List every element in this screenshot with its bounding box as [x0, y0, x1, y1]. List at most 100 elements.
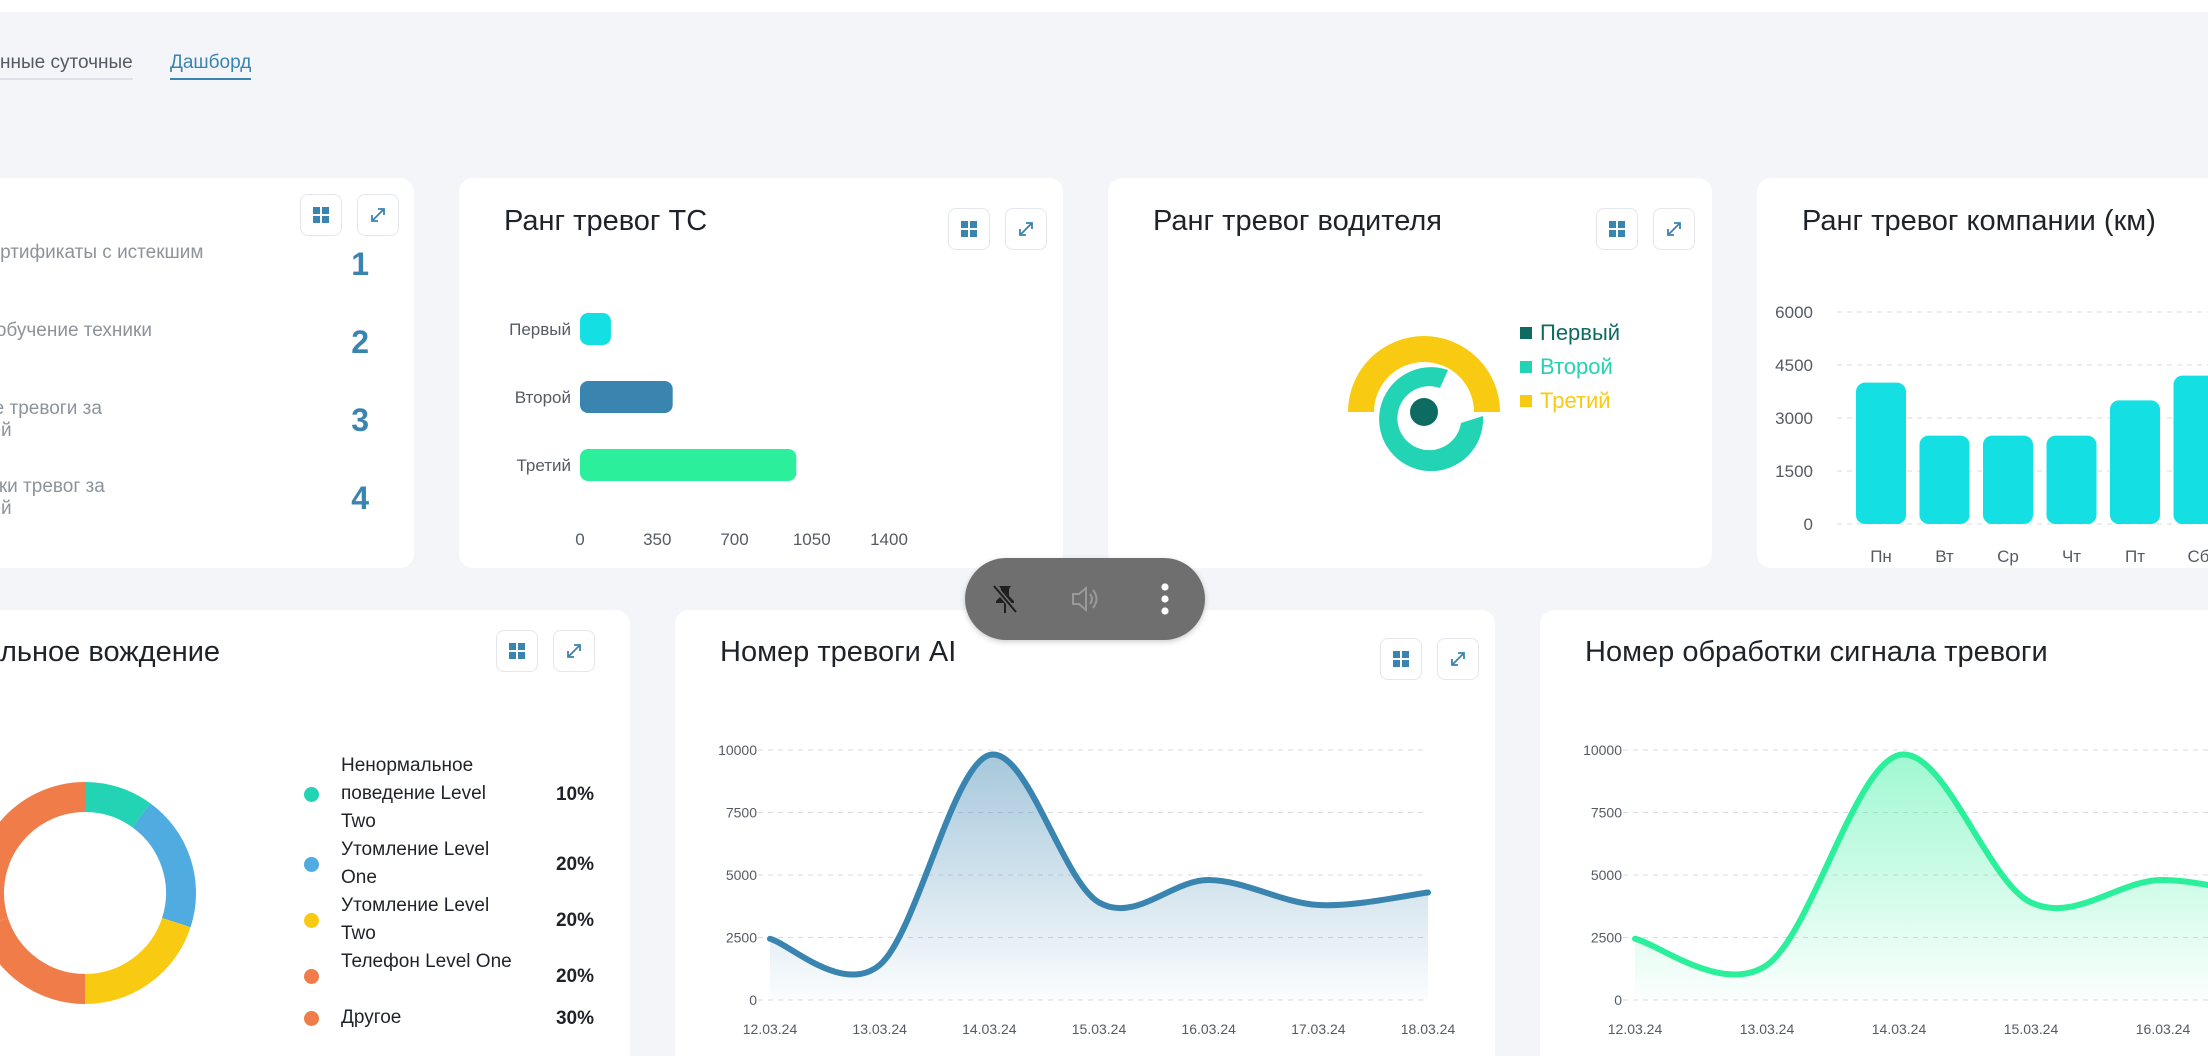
expand-icon	[371, 208, 385, 222]
legend-value: 20%	[555, 910, 594, 931]
tab-daily[interactable]: нные суточные	[0, 52, 133, 80]
list-item-count: 4	[351, 480, 369, 516]
mute-button[interactable]	[1065, 579, 1105, 619]
x-tick-label: Пн	[1870, 547, 1892, 566]
x-tick-label: Ср	[1997, 547, 2019, 566]
y-tick-label: 5000	[726, 867, 757, 883]
y-tick-label: 0	[1804, 515, 1813, 534]
vehicle-alarm-rank-card: Ранг тревог ТС Первый Второй Третий 0 350 700…	[459, 178, 1063, 568]
legend-item[interactable]: Третий	[1520, 388, 1611, 414]
list-item-text: е обучение техники	[0, 320, 152, 341]
driver-alarm-rank-card: Ранг тревог водителя Первый Второй Трети…	[1108, 178, 1712, 568]
expand-icon	[567, 644, 581, 658]
more-options-button[interactable]	[1145, 579, 1185, 619]
x-tick-label: 16.03.24	[2136, 1021, 2191, 1037]
x-tick-label: 0	[575, 530, 584, 549]
y-tick-label: 0	[749, 992, 757, 1008]
bar	[580, 381, 673, 413]
grid-icon	[509, 643, 525, 659]
bar-category-label: Второй	[515, 388, 571, 407]
list-item-text: ые тревоги за ней	[0, 398, 102, 441]
list-item[interactable]: ые тревоги за ней 3	[0, 398, 385, 458]
bar	[580, 313, 611, 345]
list-item[interactable]: сертификаты с истекшим ия 1	[0, 242, 385, 302]
x-tick-label: Пт	[2125, 547, 2145, 566]
legend-dot	[304, 787, 319, 802]
x-tick-label: 14.03.24	[962, 1021, 1017, 1037]
x-tick-label: 16.03.24	[1181, 1021, 1236, 1037]
grid-view-button[interactable]	[300, 194, 342, 236]
bar	[1983, 435, 2033, 524]
pin-off-icon	[992, 584, 1018, 614]
bar	[2046, 435, 2097, 524]
legend-swatch	[1520, 327, 1532, 339]
bar	[580, 449, 797, 481]
legend-dot	[304, 913, 319, 928]
media-control-bar	[965, 558, 1205, 640]
driving-donut-chart	[0, 782, 196, 1004]
y-tick-label: 0	[1614, 992, 1622, 1008]
legend-label: Утомление Level Two	[341, 895, 490, 944]
grid-view-button[interactable]	[496, 630, 538, 672]
vehicle-bar-chart: Первый Второй Третий 0 350 700 1050 1400	[509, 313, 908, 549]
ai-alarm-count-card: Номер тревоги AI 0 2500 5000 7500 10000 12.03…	[675, 610, 1495, 1056]
signal-area-chart: 0 2500 5000 7500 10000 12.03.24 13.03.24 14.03.…	[1583, 742, 2208, 1037]
list-item[interactable]: отки тревог за ней 4	[0, 476, 385, 536]
x-tick-label: 12.03.24	[1608, 1021, 1663, 1037]
list-item-count: 1	[351, 246, 369, 282]
more-vertical-icon	[1161, 583, 1169, 615]
x-tick-label: Сб	[2187, 547, 2208, 566]
x-tick-label: 14.03.24	[1872, 1021, 1927, 1037]
unpin-button[interactable]	[985, 579, 1025, 619]
expand-button[interactable]	[553, 630, 595, 672]
y-tick-label: 2500	[1591, 930, 1622, 946]
donut-slice	[132, 803, 196, 928]
x-tick-label: 15.03.24	[1072, 1021, 1127, 1037]
tab-dashboard[interactable]: Дашборд	[170, 52, 252, 80]
y-tick-label: 6000	[1775, 303, 1813, 322]
legend-label: Третий	[1540, 388, 1611, 413]
x-tick-label: 1400	[870, 530, 908, 549]
volume-icon	[1072, 585, 1098, 613]
bar-category-label: Первый	[509, 320, 571, 339]
legend-item[interactable]: Второй	[1520, 354, 1613, 380]
area-fill	[1635, 754, 2208, 1000]
bar	[1856, 382, 1906, 524]
legend-dot	[304, 969, 319, 984]
legend-swatch	[1520, 395, 1532, 407]
x-tick-label: 350	[643, 530, 671, 549]
bar	[1919, 435, 1970, 524]
legend-dot	[304, 1011, 319, 1026]
legend-swatch	[1520, 361, 1532, 373]
list-item[interactable]: е обучение техники 2	[0, 320, 385, 380]
bar	[2110, 400, 2160, 524]
top-bar	[0, 0, 2208, 12]
donut-slice	[84, 917, 191, 1004]
legend-value: 30%	[555, 1008, 594, 1029]
expand-button[interactable]	[357, 194, 399, 236]
legend-label: Второй	[1540, 354, 1613, 379]
alarm-list-card: сертификаты с истекшим ия 1 е обучение т…	[0, 178, 414, 568]
legend-value: 20%	[555, 854, 594, 875]
company-bar-chart: 0 1500 3000 4500 6000 Пн Вт Ср Чт Пт Сб	[1775, 303, 2208, 566]
y-tick-label: 7500	[726, 805, 757, 821]
legend-label: Первый	[1540, 320, 1621, 345]
legend-label: Другое	[341, 1007, 402, 1028]
grid-icon	[313, 207, 329, 223]
legend-value: 10%	[555, 784, 594, 805]
list-item-count: 3	[351, 402, 369, 438]
legend-label: Утомление Level One	[341, 839, 490, 888]
y-tick-label: 1500	[1775, 462, 1813, 481]
company-alarm-rank-card: Ранг тревог компании (км) 0 1500 3000 4500 6…	[1757, 178, 2208, 568]
legend-item[interactable]: Первый	[1520, 320, 1620, 346]
list-item-text: отки тревог за ней	[0, 476, 105, 519]
donut-slice	[0, 917, 86, 1004]
y-tick-label: 3000	[1775, 409, 1813, 428]
y-tick-label: 2500	[726, 930, 757, 946]
x-tick-label: 18.03.24	[1401, 1021, 1456, 1037]
y-tick-label: 10000	[1583, 742, 1622, 758]
bar-category-label: Третий	[516, 456, 571, 475]
y-tick-label: 4500	[1775, 356, 1813, 375]
x-tick-label: Чт	[2062, 547, 2081, 566]
x-tick-label: 700	[720, 530, 748, 549]
